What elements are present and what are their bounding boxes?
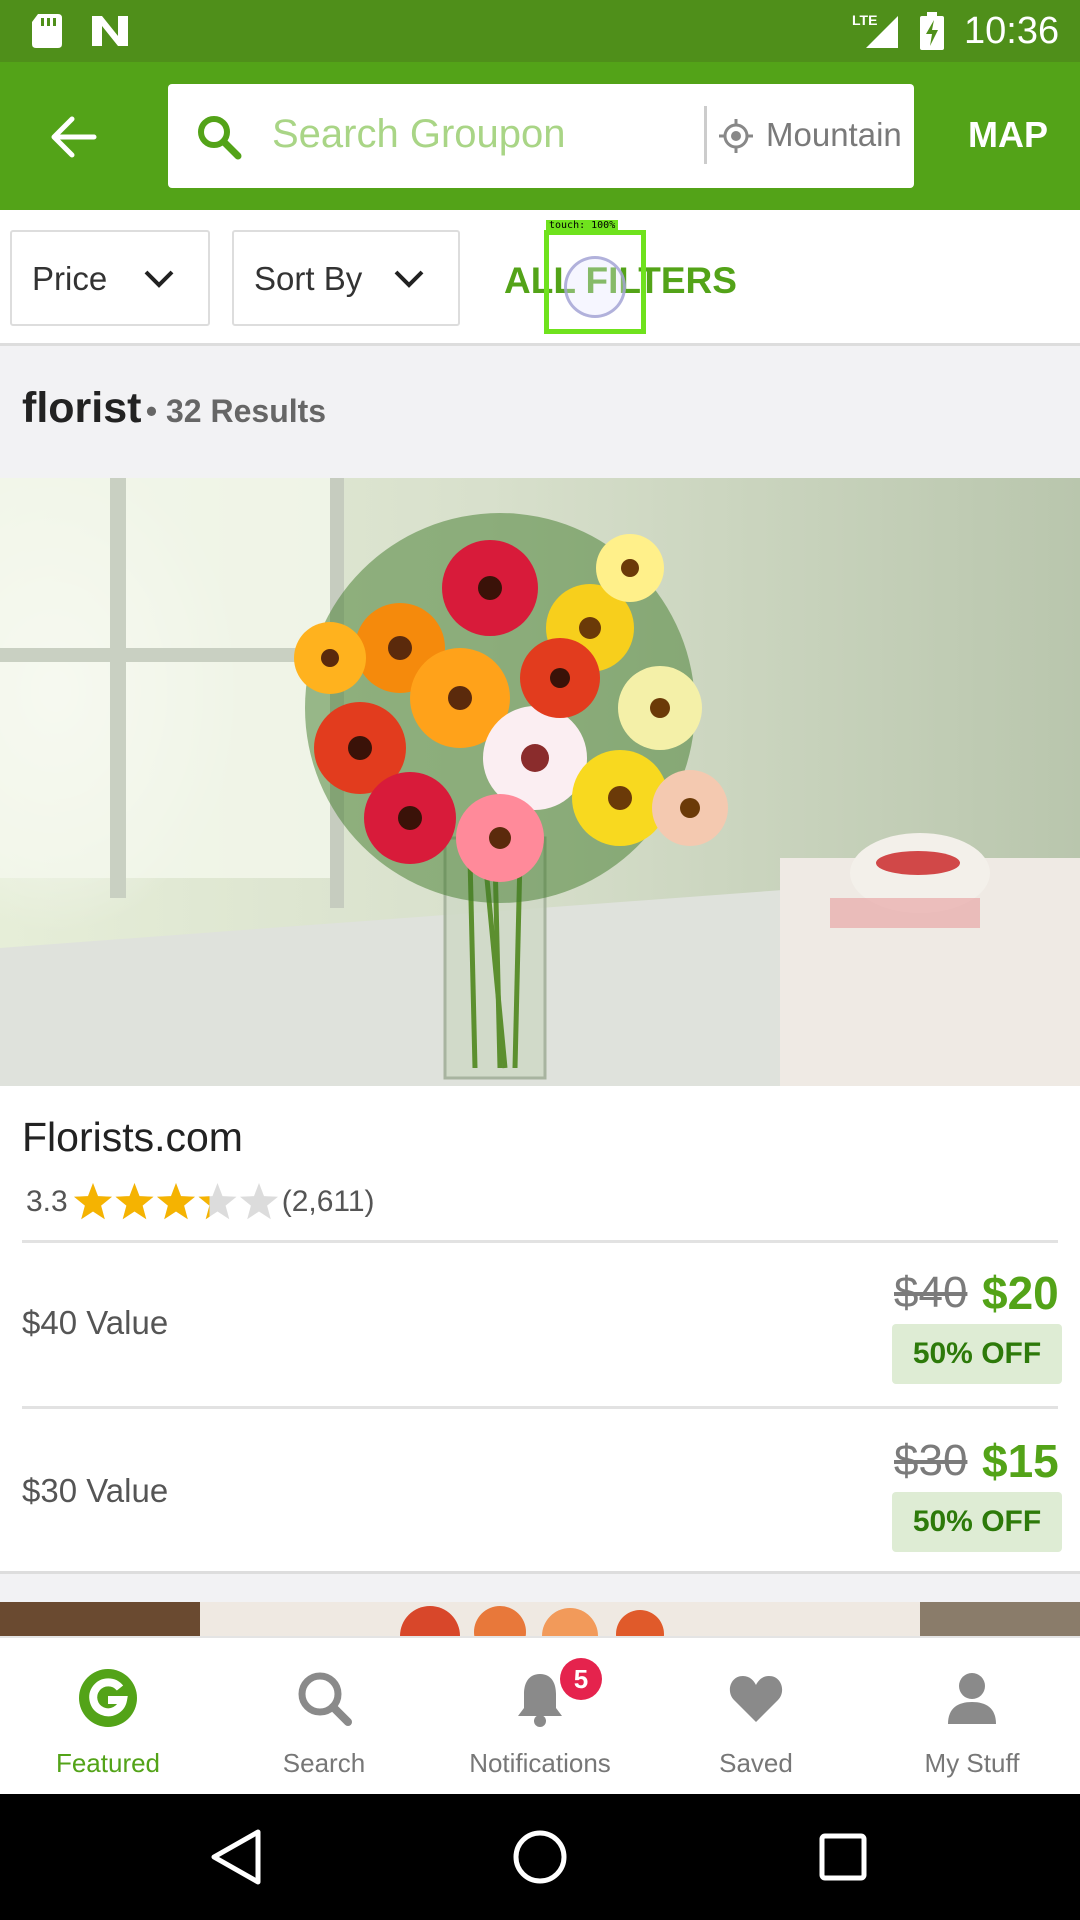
deal-card[interactable]: Florists.com 3.3 (2,611) $40 Value $40 $… [0,478,1080,1574]
touch-ripple [564,256,626,318]
battery-charging-icon [920,12,944,50]
star-1 [73,1183,112,1220]
nav-my-stuff[interactable]: My Stuff [864,1638,1080,1796]
star-rating-icon [73,1183,278,1220]
next-deal-image-peek[interactable] [0,1602,1080,1636]
location-input[interactable]: Mountain [766,116,906,154]
nav-my-stuff-label: My Stuff [924,1748,1020,1778]
back-triangle-icon[interactable] [204,1824,270,1890]
results-count: • 32 Results [145,393,327,429]
sale-price: $15 [982,1435,1059,1487]
deal-image-flower-bouquet[interactable] [0,478,1080,1086]
chevron-down-icon [394,270,424,288]
touch-indicator-label: touch: 100% [546,220,619,231]
nav-search-label: Search [282,1748,366,1778]
map-button[interactable]: MAP [968,114,1048,156]
signal-icon [866,16,898,48]
nav-featured[interactable]: Featured [0,1638,216,1796]
star-4 [198,1183,237,1220]
nav-saved-label: Saved [719,1748,793,1778]
search-field[interactable]: Search Groupon Mountain [168,84,914,188]
price-dropdown[interactable]: Price [10,230,210,326]
option-value-label: $30 Value [22,1472,169,1509]
notification-count-badge: 5 [560,1658,602,1700]
star-5 [239,1183,278,1220]
recents-square-icon[interactable] [810,1824,876,1890]
chevron-down-icon [144,270,174,288]
search-query: florist [22,384,142,432]
rating-score: 3.3 [26,1185,68,1218]
star-3 [156,1183,195,1220]
sort-dropdown-label: Sort By [254,260,363,297]
arrow-back-icon [51,116,97,158]
search-divider [704,106,707,164]
heart-icon [729,1676,783,1722]
review-count: (2,611) [281,1185,375,1218]
discount-badge: 50% OFF [892,1492,1062,1552]
search-icon [198,116,242,160]
price-dropdown-label: Price [32,260,108,297]
back-button[interactable] [40,104,106,170]
nav-featured-label: Featured [55,1748,161,1778]
clock: 10:36 [964,10,1060,52]
rating-row: 3.3 (2,611) [26,1180,375,1224]
nav-saved[interactable]: Saved [648,1638,864,1796]
sort-dropdown[interactable]: Sort By [232,230,460,326]
option-value-label: $40 Value [22,1304,169,1341]
home-circle-icon[interactable] [507,1824,573,1890]
nav-notifications-label: Notifications [469,1748,611,1778]
search-icon [298,1672,352,1726]
star-2 [115,1183,154,1220]
divider [22,1240,1058,1243]
divider [22,1406,1058,1409]
results-heading: florist • 32 Results [22,384,326,433]
status-bar: LTE 10:36 [0,0,1080,62]
original-price: $40 [894,1268,968,1317]
sale-price: $20 [982,1267,1059,1319]
app-header: Search Groupon Mountain MAP [0,62,1080,210]
search-input[interactable]: Search Groupon [272,112,566,157]
bottom-navigation: Featured Search 5 Notifications Saved My… [0,1636,1080,1794]
filter-bar: Price Sort By ALL FILTERS touch: 100% [0,210,1080,346]
sd-card-icon [32,14,62,48]
discount-badge: 50% OFF [892,1324,1062,1384]
deal-title: Florists.com [22,1114,243,1160]
system-navigation-bar [0,1794,1080,1920]
person-icon [948,1673,996,1724]
n-notification-icon [92,16,128,46]
groupon-g-icon [79,1669,137,1727]
nav-search[interactable]: Search [216,1638,432,1796]
location-target-icon[interactable] [718,118,754,154]
original-price: $30 [894,1436,968,1485]
nav-notifications[interactable]: 5 Notifications [432,1638,648,1796]
